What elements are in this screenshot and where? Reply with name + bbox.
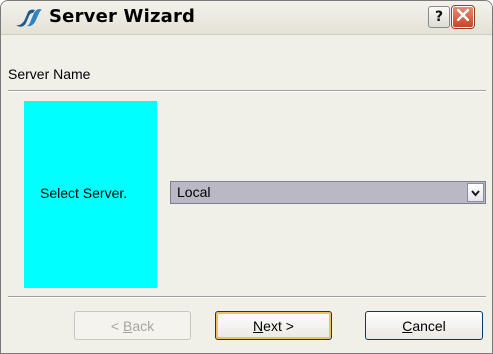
window-title: Server Wizard <box>49 6 196 27</box>
next-button-suffix: > <box>281 317 294 334</box>
close-button[interactable] <box>451 5 475 29</box>
next-button[interactable]: Next > <box>215 311 332 340</box>
server-select[interactable]: Local <box>170 181 486 204</box>
server-wizard-logo-icon <box>13 7 43 29</box>
next-button-label-rest: ext <box>263 317 282 334</box>
cancel-button-label-rest: ancel <box>412 317 446 334</box>
help-icon: ? <box>434 9 444 25</box>
dropdown-button[interactable] <box>467 183 484 202</box>
chevron-down-icon <box>471 184 480 202</box>
next-button-mnemonic: N <box>253 317 264 334</box>
footer-divider <box>8 296 486 298</box>
server-wizard-dialog: Server Wizard ? Server Name Select Serve… <box>0 0 493 354</box>
back-button-label-rest: ack <box>132 317 155 334</box>
back-button-mnemonic: B <box>122 317 133 334</box>
select-server-label: Select Server. <box>40 185 128 201</box>
close-icon <box>456 8 470 26</box>
cancel-button[interactable]: Cancel <box>365 311 483 340</box>
back-button-prefix: < <box>110 317 123 334</box>
cancel-button-mnemonic: C <box>402 317 413 334</box>
help-button[interactable]: ? <box>428 6 450 28</box>
title-bar[interactable]: Server Wizard ? <box>1 1 492 35</box>
section-title: Server Name <box>8 66 91 82</box>
server-select-value: Local <box>177 184 211 200</box>
back-button[interactable]: < Back <box>74 311 191 340</box>
header-divider <box>8 90 486 92</box>
